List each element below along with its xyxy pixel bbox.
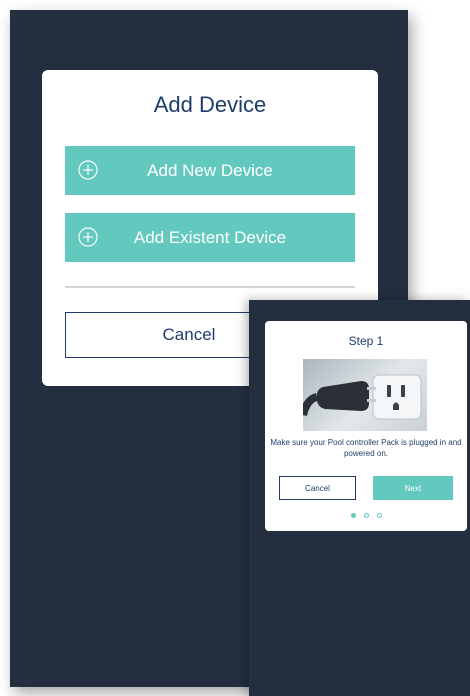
cancel-label: Cancel bbox=[162, 325, 216, 344]
step-title: Step 1 bbox=[348, 334, 384, 348]
add-new-device-button[interactable]: Add New Device bbox=[65, 146, 355, 195]
step-dot bbox=[363, 513, 369, 518]
divider bbox=[65, 286, 355, 288]
add-new-device-label: Add New Device bbox=[147, 160, 273, 180]
step-dot bbox=[350, 513, 356, 518]
add-existent-device-label: Add Existent Device bbox=[133, 227, 287, 247]
next-button[interactable]: Next bbox=[373, 476, 453, 500]
add-existent-device-button[interactable]: Add Existent Device bbox=[65, 213, 355, 262]
phone-screen-step-1: Step 1 Make sure your Pool controller Pa… bbox=[249, 300, 470, 696]
power-plug-socket-icon bbox=[303, 359, 427, 431]
plus-circle-icon bbox=[78, 160, 98, 180]
plug-illustration bbox=[303, 374, 422, 420]
step-cancel-button[interactable]: Cancel bbox=[279, 476, 356, 500]
step-card: Step 1 Make sure your Pool controller Pa… bbox=[265, 321, 467, 531]
plus-circle-icon bbox=[78, 227, 98, 247]
next-label: Next bbox=[404, 483, 422, 493]
step-dot bbox=[376, 513, 382, 518]
dialog-title: Add Device bbox=[153, 92, 267, 117]
step-indicator bbox=[265, 513, 467, 518]
step-cancel-label: Cancel bbox=[305, 483, 330, 493]
step-message: Make sure your Pool controller Pack is p… bbox=[270, 438, 462, 458]
